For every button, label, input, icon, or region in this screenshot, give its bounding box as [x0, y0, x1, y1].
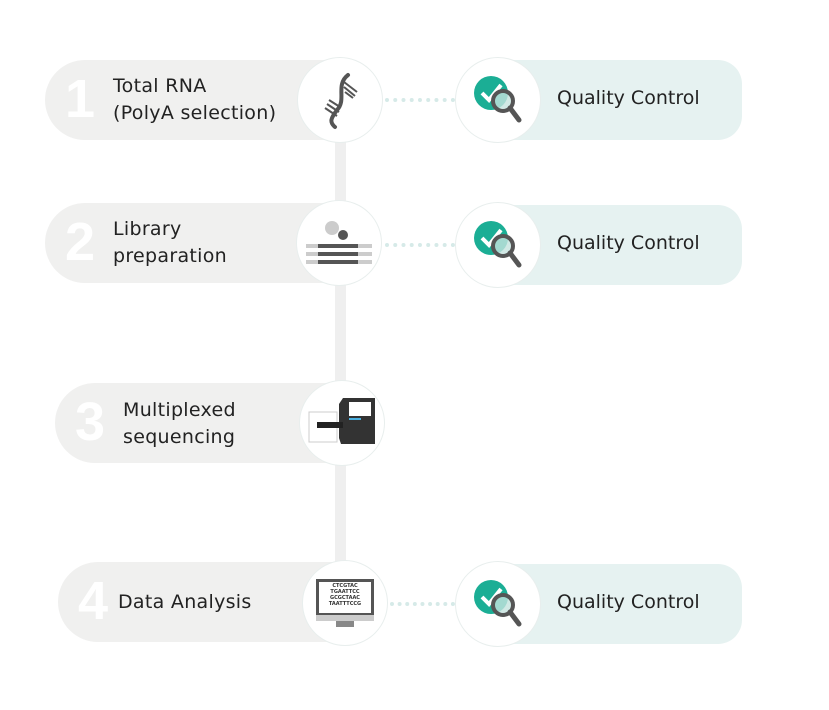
- quality-check-icon: [455, 57, 541, 143]
- step-number: 3: [75, 392, 106, 452]
- library-prep-icon: [296, 200, 382, 286]
- monitor-icon: CTCGTAC TGAATTCC GCGCTAAC TAATTTCCG: [302, 560, 388, 646]
- quality-check-icon: [455, 561, 541, 647]
- qc-connector: [390, 602, 455, 606]
- dna-icon: [297, 57, 383, 143]
- qc-label: Quality Control: [557, 87, 700, 109]
- qc-connector: [385, 98, 455, 102]
- step-number: 4: [78, 571, 109, 631]
- step-label: Multiplexed sequencing: [123, 399, 236, 448]
- step-label: Library preparation: [113, 218, 227, 267]
- qc-label: Quality Control: [557, 232, 700, 254]
- step-1: 1 Total RNA (PolyA selection): [45, 60, 340, 140]
- qc-connector: [385, 243, 455, 247]
- quality-check-icon: [455, 202, 541, 288]
- sequencer-icon: [299, 380, 385, 466]
- step-label: Data Analysis: [118, 591, 252, 613]
- step-2: 2 Library preparation: [45, 203, 338, 283]
- step-3: 3 Multiplexed sequencing: [55, 383, 340, 463]
- qc-label: Quality Control: [557, 591, 700, 613]
- step-number: 1: [65, 69, 96, 129]
- step-label: Total RNA (PolyA selection): [113, 75, 277, 124]
- step-number: 2: [65, 212, 96, 272]
